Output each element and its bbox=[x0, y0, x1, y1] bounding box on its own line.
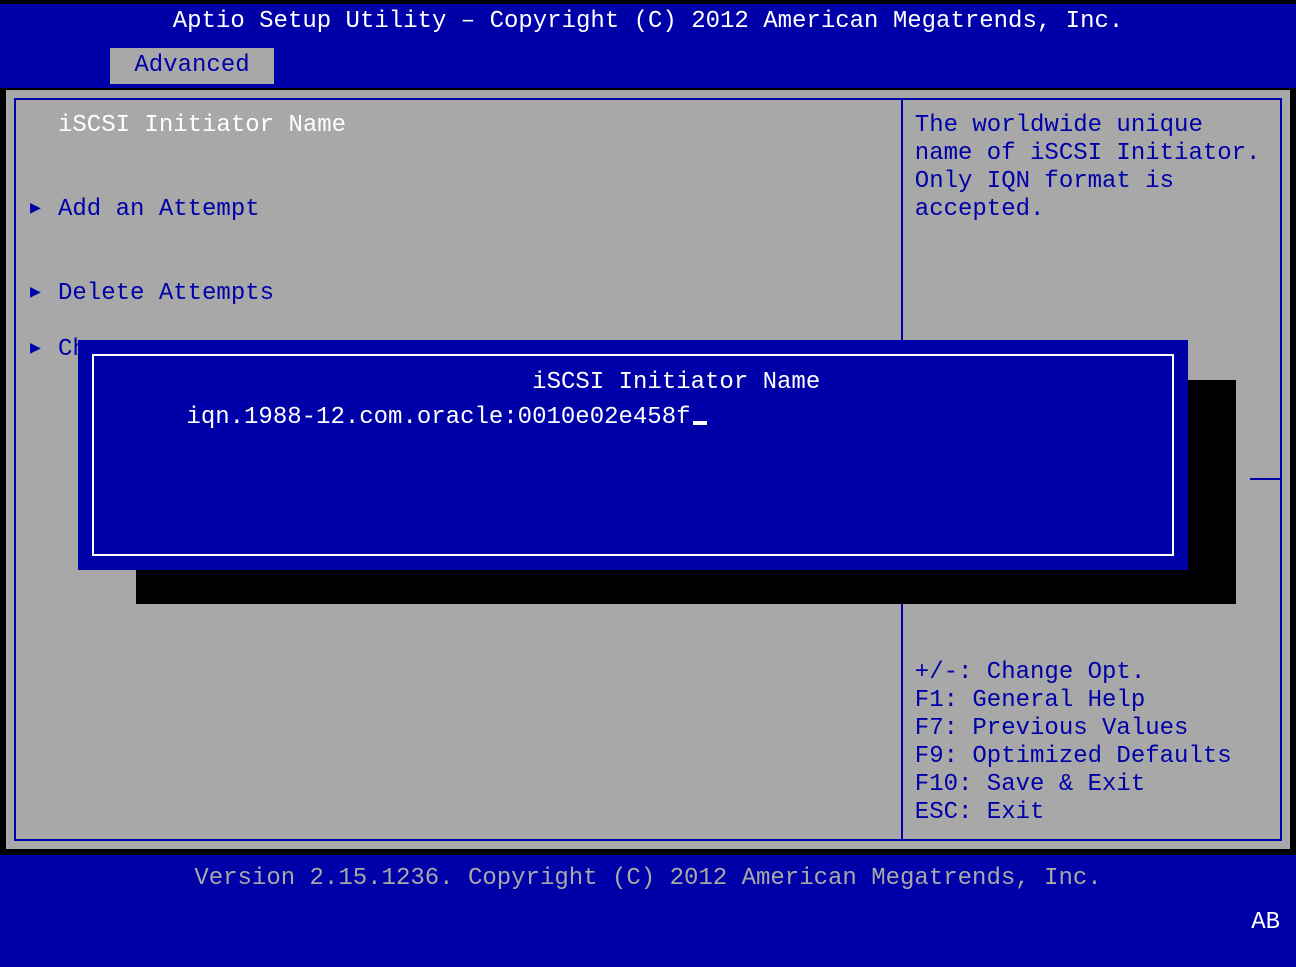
tab-row: Advanced bbox=[0, 44, 1296, 88]
help-text: The worldwide unique name of iSCSI Initi… bbox=[915, 112, 1268, 224]
popup-iscsi-initiator-name: iSCSI Initiator Name iqn.1988-12.com.ora… bbox=[78, 340, 1188, 570]
spacer bbox=[30, 168, 887, 196]
key-hints: +/-: Change Opt. F1: General Help F7: Pr… bbox=[915, 659, 1268, 827]
field-iscsi-initiator-name[interactable]: iSCSI Initiator Name bbox=[30, 112, 887, 140]
utility-title: Aptio Setup Utility – Copyright (C) 2012… bbox=[0, 8, 1296, 36]
spacer bbox=[30, 308, 887, 336]
spacer bbox=[30, 252, 887, 280]
header-band: Aptio Setup Utility – Copyright (C) 2012… bbox=[0, 4, 1296, 88]
spacer bbox=[30, 224, 887, 252]
side-rule bbox=[1250, 478, 1280, 480]
hint-change-opt: +/-: Change Opt. bbox=[915, 659, 1268, 687]
menu-add-attempt[interactable]: Add an Attempt bbox=[30, 196, 887, 224]
popup-frame: iSCSI Initiator Name iqn.1988-12.com.ora… bbox=[92, 354, 1174, 556]
menu-delete-attempts[interactable]: Delete Attempts bbox=[30, 280, 887, 308]
text-cursor-icon bbox=[693, 421, 707, 425]
hint-optimized-defaults: F9: Optimized Defaults bbox=[915, 743, 1268, 771]
corner-label: AB bbox=[1251, 909, 1280, 937]
hint-general-help: F1: General Help bbox=[915, 687, 1268, 715]
popup-input[interactable]: iqn.1988-12.com.oracle:0010e02e458f bbox=[100, 376, 707, 460]
popup-input-value: iqn.1988-12.com.oracle:0010e02e458f bbox=[186, 404, 690, 431]
footer-band: Version 2.15.1236. Copyright (C) 2012 Am… bbox=[0, 855, 1296, 967]
spacer bbox=[30, 140, 887, 168]
hint-save-exit: F10: Save & Exit bbox=[915, 771, 1268, 799]
tab-advanced[interactable]: Advanced bbox=[110, 48, 274, 84]
hint-esc-exit: ESC: Exit bbox=[915, 799, 1268, 827]
version-text: Version 2.15.1236. Copyright (C) 2012 Am… bbox=[0, 865, 1296, 893]
hint-previous-values: F7: Previous Values bbox=[915, 715, 1268, 743]
